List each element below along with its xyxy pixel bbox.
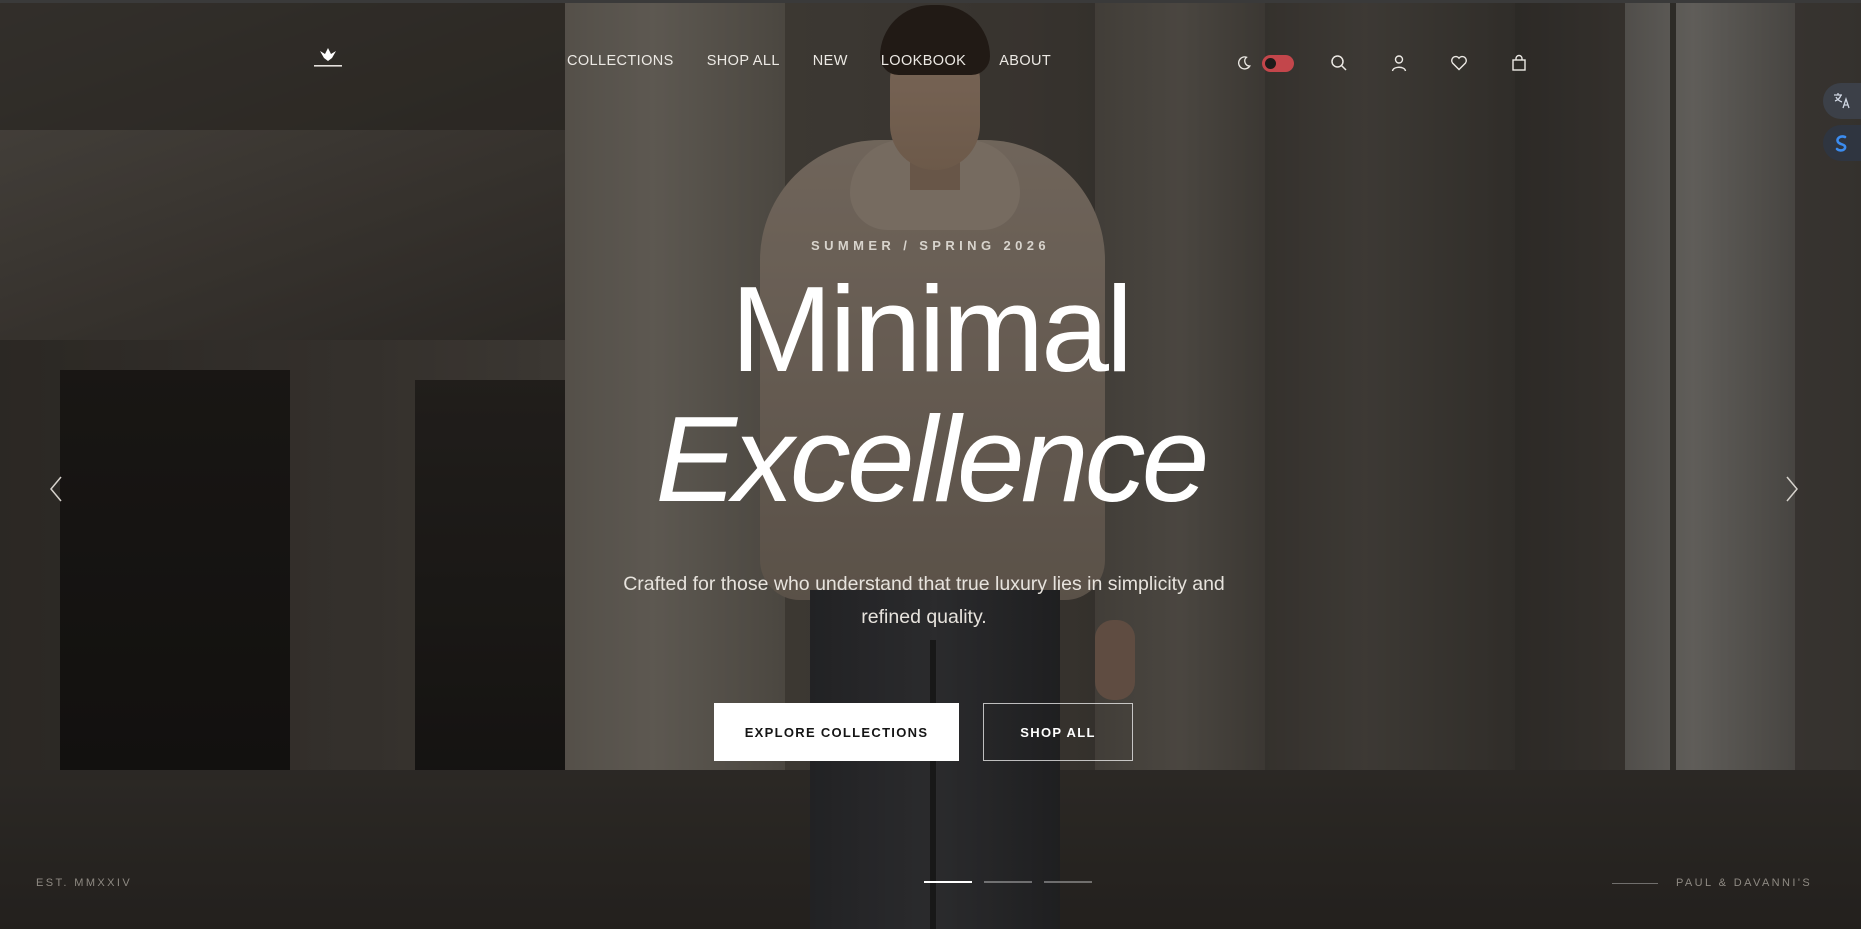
browser-top-edge xyxy=(0,0,1861,3)
hero-title-line2: Excellence xyxy=(655,391,1210,527)
nav-about[interactable]: ABOUT xyxy=(999,53,1051,69)
user-icon[interactable] xyxy=(1384,51,1414,75)
nav-shop-all[interactable]: SHOP ALL xyxy=(707,53,780,69)
nav-lookbook[interactable]: LOOKBOOK xyxy=(881,53,966,69)
nav-collections[interactable]: COLLECTIONS xyxy=(567,53,674,69)
heart-icon[interactable] xyxy=(1444,51,1474,75)
hero-subtitle: Crafted for those who understand that tr… xyxy=(623,573,1225,628)
toggle-knob xyxy=(1265,57,1276,69)
moon-icon xyxy=(1236,55,1252,71)
translate-icon[interactable] xyxy=(1823,83,1861,119)
hero-title-line1: Minimal xyxy=(730,261,1133,397)
search-icon[interactable] xyxy=(1324,51,1354,75)
shop-all-button[interactable]: SHOP ALL xyxy=(983,703,1133,761)
brand-name: PAUL & DAVANNI'S xyxy=(1676,877,1813,889)
slide-indicator-2[interactable] xyxy=(984,881,1032,883)
header-tools xyxy=(1236,51,1534,75)
site-header: COLLECTIONS SHOP ALL NEW LOOKBOOK ABOUT xyxy=(0,3,1861,118)
bag-icon[interactable] xyxy=(1504,51,1534,75)
main-nav: COLLECTIONS SHOP ALL NEW LOOKBOOK ABOUT xyxy=(567,53,1051,69)
slide-indicators xyxy=(924,881,1092,883)
season-eyebrow: SUMMER / SPRING 2026 xyxy=(811,238,1050,253)
brand-divider xyxy=(1612,883,1658,884)
extension-icon[interactable] xyxy=(1823,125,1861,161)
nav-new[interactable]: NEW xyxy=(813,53,848,69)
eagle-logo-icon[interactable] xyxy=(308,45,348,71)
chevron-right-icon[interactable] xyxy=(1780,473,1804,505)
slide-indicator-1[interactable] xyxy=(924,881,972,883)
theme-toggle[interactable] xyxy=(1262,54,1294,72)
slide-indicator-3[interactable] xyxy=(1044,881,1092,883)
chevron-left-icon[interactable] xyxy=(44,473,68,505)
established-label: EST. MMXXIV xyxy=(36,877,133,889)
explore-collections-button[interactable]: EXPLORE COLLECTIONS xyxy=(714,703,959,761)
